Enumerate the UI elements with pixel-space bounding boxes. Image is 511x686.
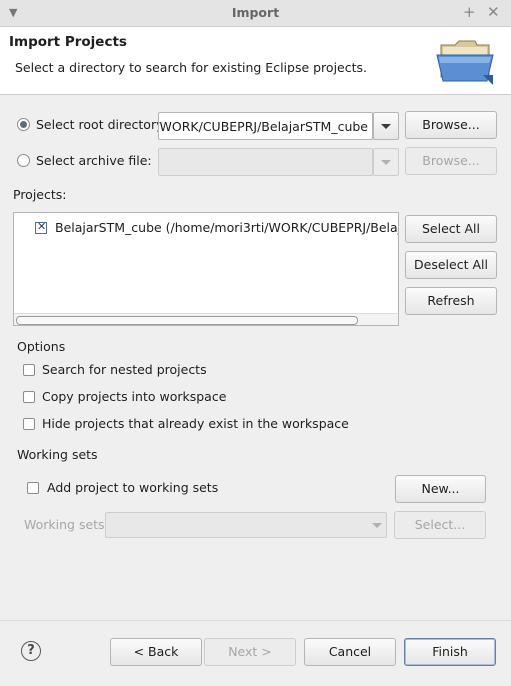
copy-projects-checkbox[interactable]	[23, 391, 35, 403]
chevron-down-icon	[381, 124, 391, 129]
page-title: Import Projects	[9, 34, 127, 50]
title-bar: ▼ Import + ✕	[0, 0, 511, 27]
deselect-all-button[interactable]: Deselect All	[405, 251, 497, 279]
check-icon: ✕	[37, 220, 47, 233]
working-sets-heading: Working sets	[17, 447, 98, 462]
horizontal-scrollbar[interactable]	[14, 313, 398, 325]
page-description: Select a directory to search for existin…	[15, 60, 367, 75]
archive-file-label: Select archive file:	[36, 153, 152, 168]
wizard-header: Import Projects Select a directory to se…	[0, 27, 511, 95]
nested-projects-checkbox[interactable]	[23, 364, 35, 376]
projects-label: Projects:	[13, 187, 67, 202]
archive-file-radio[interactable]	[17, 154, 30, 167]
footer-separator	[0, 620, 511, 621]
working-sets-combo[interactable]	[105, 512, 387, 538]
browse-root-button[interactable]: Browse...	[405, 111, 497, 139]
add-to-working-sets-checkbox[interactable]	[27, 482, 39, 494]
archive-file-input[interactable]	[158, 148, 373, 176]
close-icon[interactable]: ✕	[487, 3, 500, 21]
working-sets-label: Working sets:	[24, 517, 109, 532]
scrollbar-thumb[interactable]	[16, 316, 358, 325]
chevron-down-icon	[372, 523, 382, 528]
root-directory-input[interactable]: 3rti/WORK/CUBEPRJ/BelajarSTM_cube	[158, 112, 373, 140]
copy-projects-label: Copy projects into workspace	[42, 389, 227, 404]
maximize-icon[interactable]: +	[463, 3, 476, 21]
chevron-down-icon	[381, 160, 391, 165]
cancel-button[interactable]: Cancel	[304, 638, 396, 666]
projects-list[interactable]: ✕ BelajarSTM_cube (/home/mori3rti/WORK/C…	[13, 212, 399, 326]
folder-icon	[436, 40, 494, 85]
project-checkbox[interactable]: ✕	[35, 220, 47, 234]
refresh-button[interactable]: Refresh	[405, 287, 497, 315]
project-item-label[interactable]: BelajarSTM_cube (/home/mori3rti/WORK/CUB…	[55, 220, 398, 235]
nested-projects-label: Search for nested projects	[42, 362, 207, 377]
back-button[interactable]: < Back	[110, 638, 202, 666]
archive-file-dropdown[interactable]	[373, 148, 399, 176]
select-working-sets-button[interactable]: Select...	[394, 511, 486, 539]
add-to-working-sets-label: Add project to working sets	[47, 480, 219, 495]
hide-projects-label: Hide projects that already exist in the …	[42, 416, 349, 431]
browse-archive-button[interactable]: Browse...	[405, 147, 497, 175]
root-directory-value: 3rti/WORK/CUBEPRJ/BelajarSTM_cube	[158, 119, 368, 134]
next-button[interactable]: Next >	[204, 638, 296, 666]
help-icon[interactable]: ?	[21, 641, 41, 661]
select-all-button[interactable]: Select All	[405, 215, 497, 243]
root-directory-radio[interactable]	[17, 118, 30, 131]
hide-projects-checkbox[interactable]	[23, 418, 35, 430]
root-directory-dropdown[interactable]	[373, 112, 399, 140]
window-title: Import	[231, 5, 280, 20]
options-heading: Options	[17, 339, 66, 354]
finish-button[interactable]: Finish	[404, 638, 496, 666]
new-working-set-button[interactable]: New...	[395, 475, 486, 503]
root-directory-label: Select root directory:	[36, 117, 167, 132]
